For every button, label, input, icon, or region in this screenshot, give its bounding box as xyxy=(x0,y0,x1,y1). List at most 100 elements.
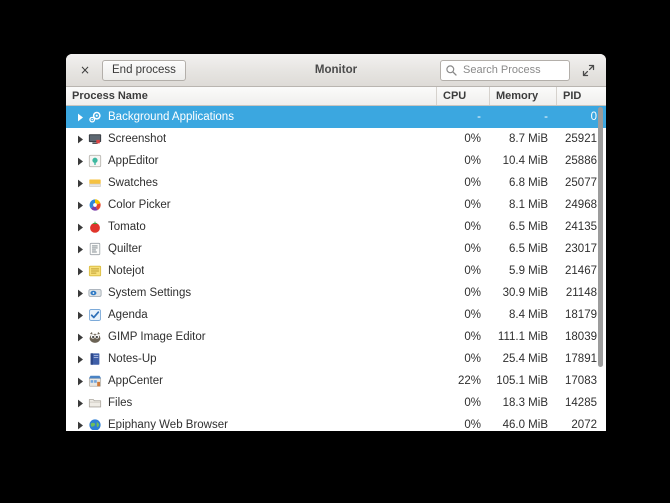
memory-cell: 30.9 MiB xyxy=(502,287,548,299)
search-icon xyxy=(446,64,457,76)
memory-cell: 10.4 MiB xyxy=(502,155,548,167)
search-input-container[interactable] xyxy=(440,59,570,81)
table-row[interactable]: Screenshot 0% 8.7 MiB 25921 xyxy=(66,128,606,150)
cpu-cell: 0% xyxy=(464,353,481,365)
table-row[interactable]: AppCenter 22% 105.1 MiB 17083 xyxy=(66,370,606,392)
table-row[interactable]: Background Applications - -0 xyxy=(66,106,606,128)
gimp-icon xyxy=(87,329,103,345)
expand-arrow-icon[interactable] xyxy=(74,201,87,210)
expand-arrow-icon[interactable] xyxy=(74,355,87,364)
memory-cell: 46.0 MiB xyxy=(502,419,548,430)
memory-cell: 5.9 MiB xyxy=(509,265,548,277)
process-name-cell: Color Picker xyxy=(66,197,437,213)
search-input[interactable] xyxy=(461,63,564,77)
memory-cell: - xyxy=(544,111,548,123)
cpu-cell: 0% xyxy=(464,177,481,189)
column-header-cpu[interactable]: CPU xyxy=(437,87,490,105)
memory-cell: 25.4 MiB xyxy=(502,353,548,365)
vertical-scrollbar[interactable] xyxy=(596,106,605,430)
cpu-cell: 0% xyxy=(464,133,481,145)
cpu-cell: 0% xyxy=(464,419,481,430)
end-process-button[interactable]: End process xyxy=(102,59,186,81)
cpu-cell: 22% xyxy=(457,375,481,387)
screen: × End process Monitor Search Process Pro… xyxy=(0,0,670,503)
swatches-icon xyxy=(87,175,103,191)
titlebar-right-group xyxy=(440,59,596,81)
cpu-cell: 0% xyxy=(464,287,481,299)
process-name-cell: Swatches xyxy=(66,175,437,191)
process-name-label: Screenshot xyxy=(108,133,167,145)
scrollbar-thumb[interactable] xyxy=(598,107,603,367)
process-list: Background Applications - -0 Screenshot 0% 8.… xyxy=(66,106,606,430)
notesup-icon xyxy=(87,351,103,367)
appeditor-icon xyxy=(87,153,103,169)
table-row[interactable]: Agenda 0% 8.4 MiB 18179 xyxy=(66,304,606,326)
process-name-label: Notes-Up xyxy=(108,353,157,365)
expand-arrow-icon[interactable] xyxy=(74,157,87,166)
table-row[interactable]: System Settings 0% 30.9 MiB 21148 xyxy=(66,282,606,304)
column-header-name[interactable]: Process Name xyxy=(66,87,437,105)
column-header-memory[interactable]: Memory xyxy=(490,87,557,105)
table-row[interactable]: Tomato 0% 6.5 MiB 24135 xyxy=(66,216,606,238)
process-name-cell: AppEditor xyxy=(66,153,437,169)
notejot-icon xyxy=(87,263,103,279)
table-row[interactable]: Epiphany Web Browser 0% 46.0 MiB 2072 xyxy=(66,414,606,430)
memory-cell: 8.4 MiB xyxy=(509,309,548,321)
expand-arrow-icon[interactable] xyxy=(74,267,87,276)
agenda-icon xyxy=(87,307,103,323)
settings-icon xyxy=(87,285,103,301)
files-icon xyxy=(87,395,103,411)
process-name-label: Epiphany Web Browser xyxy=(108,419,228,430)
expand-arrow-icon[interactable] xyxy=(74,179,87,188)
screenshot-icon xyxy=(87,131,103,147)
table-row[interactable]: Notes-Up 0% 25.4 MiB 17891 xyxy=(66,348,606,370)
screenshot-crop-mask xyxy=(0,431,670,503)
table-row[interactable]: Files 0% 18.3 MiB 14285 xyxy=(66,392,606,414)
table-row[interactable]: Quilter 0% 6.5 MiB 23017 xyxy=(66,238,606,260)
process-name-cell: GIMP Image Editor xyxy=(66,329,437,345)
memory-cell: 18.3 MiB xyxy=(502,397,548,409)
process-name-cell: Tomato xyxy=(66,219,437,235)
titlebar: × End process Monitor xyxy=(66,54,606,87)
process-name-cell: Agenda xyxy=(66,307,437,323)
memory-cell: 111.1 MiB xyxy=(497,331,548,343)
cpu-cell: 0% xyxy=(464,397,481,409)
process-name-label: Swatches xyxy=(108,177,158,189)
memory-cell: 105.1 MiB xyxy=(496,375,548,387)
quilter-icon xyxy=(87,241,103,257)
expand-arrow-icon[interactable] xyxy=(74,311,87,320)
process-name-label: Background Applications xyxy=(108,111,234,123)
process-name-label: Color Picker xyxy=(108,199,171,211)
expand-arrow-icon[interactable] xyxy=(74,289,87,298)
memory-cell: 6.8 MiB xyxy=(509,177,548,189)
cpu-cell: 0% xyxy=(464,265,481,277)
expand-arrow-icon[interactable] xyxy=(74,113,87,122)
expand-arrow-icon[interactable] xyxy=(74,421,87,430)
expand-arrow-icon[interactable] xyxy=(74,245,87,254)
expand-arrow-icon[interactable] xyxy=(74,333,87,342)
process-name-label: Tomato xyxy=(108,221,146,233)
end-process-label: End process xyxy=(112,64,176,76)
table-row[interactable]: Swatches 0% 6.8 MiB 25077 xyxy=(66,172,606,194)
table-row[interactable]: Notejot 0% 5.9 MiB 21467 xyxy=(66,260,606,282)
expand-arrow-icon[interactable] xyxy=(74,223,87,232)
table-row[interactable]: GIMP Image Editor 0% 111.1 MiB 18039 xyxy=(66,326,606,348)
monitor-window: × End process Monitor Search Process Pro… xyxy=(66,54,606,431)
process-name-label: Notejot xyxy=(108,265,145,277)
cpu-cell: 0% xyxy=(464,309,481,321)
table-row[interactable]: Color Picker 0% 8.1 MiB 24968 xyxy=(66,194,606,216)
expand-arrow-icon[interactable] xyxy=(74,399,87,408)
cpu-cell: 0% xyxy=(464,155,481,167)
expand-icon[interactable] xyxy=(580,62,596,78)
cpu-cell: 0% xyxy=(464,243,481,255)
expand-arrow-icon[interactable] xyxy=(74,377,87,386)
colorpicker-icon xyxy=(87,197,103,213)
table-row[interactable]: AppEditor 0% 10.4 MiB 25886 xyxy=(66,150,606,172)
process-name-cell: Quilter xyxy=(66,241,437,257)
expand-arrow-icon[interactable] xyxy=(74,135,87,144)
gears-icon xyxy=(87,109,103,125)
memory-cell: 8.7 MiB xyxy=(509,133,548,145)
close-icon[interactable]: × xyxy=(76,61,94,79)
cpu-cell: 0% xyxy=(464,199,481,211)
column-header-pid[interactable]: PID xyxy=(557,87,606,105)
